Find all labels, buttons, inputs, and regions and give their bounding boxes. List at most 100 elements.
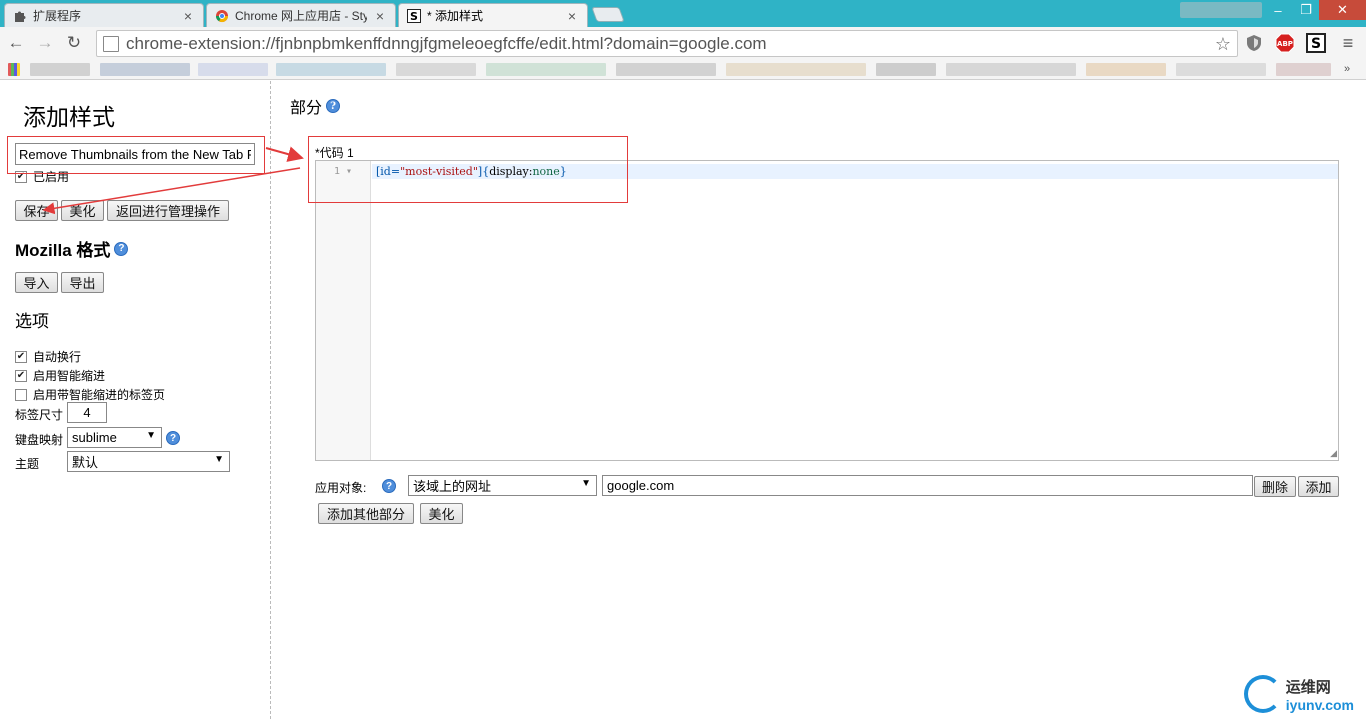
help-icon[interactable]: ? bbox=[166, 431, 180, 445]
tab-chrome-store[interactable]: Chrome 网上应用店 - Sty × bbox=[206, 3, 396, 27]
option-row: ✔ 启用智能缩进 bbox=[15, 367, 105, 384]
option-row: ✔ 自动换行 bbox=[15, 348, 81, 365]
keymap-select[interactable]: sublime ▼ bbox=[67, 427, 162, 448]
watermark-logo: 运维网 iyunv.com bbox=[1243, 675, 1354, 713]
tab-add-style[interactable]: S * 添加样式 × bbox=[398, 3, 588, 27]
bookmarks-bar: » bbox=[0, 60, 1366, 80]
stylish-icon: S bbox=[407, 8, 421, 23]
add-section-button[interactable]: 添加其他部分 bbox=[318, 503, 414, 524]
add-button[interactable]: 添加 bbox=[1298, 476, 1339, 497]
browser-toolbar: ← → ↻ chrome-extension://fjnbnpbmkenffdn… bbox=[0, 27, 1366, 60]
bookmark-item[interactable] bbox=[100, 63, 190, 76]
stylish-extension-icon[interactable]: S bbox=[1306, 33, 1326, 53]
resize-handle-icon[interactable]: ◢ bbox=[1330, 448, 1337, 459]
applies-type-value: 该域上的网址 bbox=[413, 479, 492, 494]
tab-title: * 添加样式 bbox=[427, 9, 484, 23]
help-icon[interactable]: ? bbox=[326, 99, 341, 113]
smart-indent-tabs-checkbox[interactable] bbox=[15, 388, 27, 401]
user-profile-area[interactable] bbox=[1180, 2, 1262, 18]
smart-indent-checkbox[interactable]: ✔ bbox=[15, 369, 27, 382]
import-button[interactable]: 导入 bbox=[15, 272, 58, 293]
chrome-store-icon bbox=[215, 9, 229, 23]
bookmark-star-icon[interactable]: ☆ bbox=[1215, 34, 1231, 55]
tab-title: Chrome 网上应用店 - Sty bbox=[235, 9, 367, 23]
chevron-down-icon: ▼ bbox=[214, 454, 224, 465]
watermark-name: 运维网 bbox=[1285, 678, 1331, 696]
bookmark-item[interactable] bbox=[198, 63, 268, 76]
menu-icon[interactable]: ≡ bbox=[1338, 33, 1358, 53]
applies-type-select[interactable]: 该域上的网址 ▼ bbox=[408, 475, 597, 496]
back-button[interactable]: ← bbox=[6, 33, 26, 53]
bookmark-item[interactable] bbox=[276, 63, 386, 76]
options-heading: 选项 bbox=[15, 312, 49, 332]
help-icon[interactable]: ? bbox=[114, 241, 129, 256]
forward-button[interactable]: → bbox=[35, 33, 55, 53]
keymap-label: 键盘映射 bbox=[15, 433, 64, 447]
section-heading: 部分 ? bbox=[290, 94, 341, 118]
save-button[interactable]: 保存 bbox=[15, 200, 58, 221]
bookmark-item[interactable] bbox=[486, 63, 606, 76]
url-text[interactable]: chrome-extension://fjnbnpbmkenffdnngjfgm… bbox=[126, 34, 767, 54]
back-to-manage-button[interactable]: 返回进行管理操作 bbox=[107, 200, 229, 221]
tab-title: 扩展程序 bbox=[33, 9, 82, 23]
applies-value-input[interactable]: google.com bbox=[602, 475, 1253, 496]
theme-select[interactable]: 默认 ▼ bbox=[67, 451, 230, 472]
bookmark-item[interactable] bbox=[396, 63, 476, 76]
option-label: 自动换行 bbox=[33, 350, 82, 364]
bookmark-item[interactable] bbox=[30, 63, 90, 76]
puzzle-icon bbox=[13, 9, 27, 23]
bookmark-item[interactable] bbox=[616, 63, 716, 76]
reload-button[interactable]: ↻ bbox=[64, 33, 84, 53]
option-label: 启用智能缩进 bbox=[33, 369, 106, 383]
beautify-section-button[interactable]: 美化 bbox=[420, 503, 463, 524]
watermark-ring-icon bbox=[1243, 675, 1282, 713]
address-bar[interactable]: chrome-extension://fjnbnpbmkenffdnngjfgm… bbox=[96, 30, 1238, 57]
chevron-down-icon: ▼ bbox=[146, 430, 156, 441]
svg-text:S: S bbox=[410, 10, 418, 23]
tab-size-input[interactable]: 4 bbox=[67, 402, 107, 423]
minimize-button[interactable]: – bbox=[1263, 0, 1293, 20]
theme-label: 主题 bbox=[15, 457, 40, 471]
chevron-down-icon: ▼ bbox=[581, 478, 591, 489]
page-title: 添加样式 bbox=[23, 105, 115, 131]
bookmark-item[interactable] bbox=[1176, 63, 1266, 76]
bookmark-item[interactable] bbox=[726, 63, 866, 76]
annotation-box-name bbox=[7, 136, 265, 174]
sidebar: 添加样式 ✔ 已启用 保存 美化 返回进行管理操作 Mozilla 格式 ? 导… bbox=[0, 81, 271, 719]
adblock-plus-icon[interactable]: ABP bbox=[1275, 33, 1295, 53]
applies-to-label: 应用对象: bbox=[315, 481, 367, 495]
tab-size-label: 标签尺寸 bbox=[15, 408, 64, 422]
close-tab-icon[interactable]: × bbox=[565, 8, 579, 24]
theme-value: 默认 bbox=[72, 455, 99, 470]
close-tab-icon[interactable]: × bbox=[181, 8, 195, 24]
option-label: 启用带智能缩进的标签页 bbox=[33, 388, 166, 402]
help-icon[interactable]: ? bbox=[382, 479, 396, 493]
page-icon bbox=[103, 35, 119, 52]
close-window-button[interactable]: ✕ bbox=[1319, 0, 1366, 20]
tab-extensions[interactable]: 扩展程序 × bbox=[4, 3, 204, 27]
restore-button[interactable]: ❐ bbox=[1293, 0, 1319, 20]
export-button[interactable]: 导出 bbox=[61, 272, 104, 293]
watermark-domain: iyunv.com bbox=[1285, 696, 1354, 713]
section-title: 部分 bbox=[290, 98, 323, 117]
word-wrap-checkbox[interactable]: ✔ bbox=[15, 350, 27, 363]
more-bookmarks-icon[interactable]: » bbox=[1344, 63, 1358, 76]
option-row: 启用带智能缩进的标签页 bbox=[15, 386, 165, 403]
annotation-box-code bbox=[308, 136, 628, 203]
new-tab-button[interactable] bbox=[591, 7, 625, 22]
line-gutter: 1 ▾ bbox=[316, 161, 371, 460]
beautify-button[interactable]: 美化 bbox=[61, 200, 104, 221]
bookmark-item[interactable] bbox=[876, 63, 936, 76]
mozilla-format-label: Mozilla 格式 bbox=[15, 241, 111, 260]
stylish-letter: S bbox=[1311, 36, 1321, 52]
delete-button[interactable]: 删除 bbox=[1254, 476, 1296, 497]
shield-icon[interactable] bbox=[1244, 33, 1264, 53]
bookmark-item[interactable] bbox=[1276, 63, 1331, 76]
bookmark-item[interactable] bbox=[1086, 63, 1166, 76]
keymap-value: sublime bbox=[72, 430, 117, 445]
apps-icon[interactable] bbox=[8, 63, 20, 76]
close-tab-icon[interactable]: × bbox=[373, 8, 387, 24]
code-editor[interactable]: 1 ▾ [id="most-visited"]{display:none} ◢ bbox=[315, 160, 1339, 461]
mozilla-format-heading: Mozilla 格式 ? bbox=[15, 236, 129, 261]
bookmark-item[interactable] bbox=[946, 63, 1076, 76]
